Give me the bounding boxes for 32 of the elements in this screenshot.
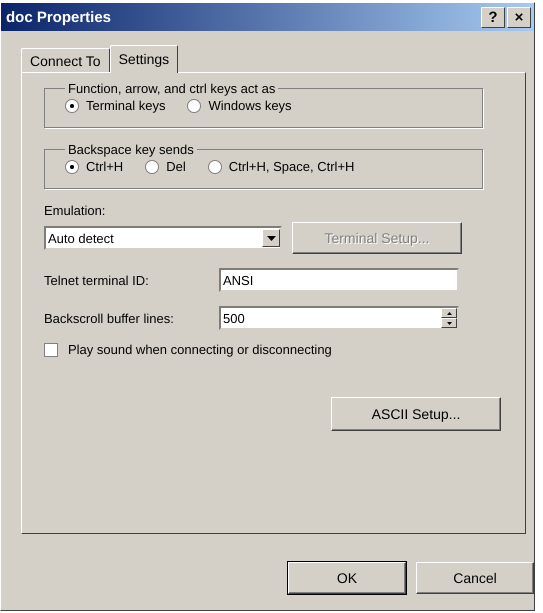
window-title: doc Properties (6, 8, 112, 26)
option-label: Terminal keys (86, 98, 166, 113)
option-label: Ctrl+H, Space, Ctrl+H (228, 159, 354, 174)
option-label: Del (166, 159, 186, 174)
close-button[interactable]: × (507, 6, 531, 28)
spin-up-button[interactable] (441, 308, 457, 318)
tab[interactable]: Connect To (21, 48, 110, 72)
radio-button[interactable] (65, 160, 79, 174)
group-title: Function, arrow, and ctrl keys act as (67, 81, 276, 96)
ascii-setup-button[interactable]: ASCII Setup... (331, 397, 501, 431)
down-arrow-icon (446, 322, 452, 324)
emulation-dropdown[interactable]: Auto detect (44, 226, 282, 250)
radio-button[interactable] (65, 98, 79, 112)
help-button[interactable]: ? (481, 6, 505, 28)
input-field[interactable]: ANSI (219, 268, 459, 292)
radio-button[interactable] (187, 98, 202, 112)
spin-field[interactable]: 500 (219, 306, 459, 330)
field-label: Emulation: (44, 203, 106, 218)
up-arrow-icon (446, 312, 452, 314)
dialog-button[interactable]: Cancel (416, 562, 534, 594)
radio-button[interactable] (208, 160, 222, 174)
dialog-button[interactable]: OK (288, 562, 406, 594)
tab[interactable]: Settings (110, 45, 178, 73)
checkbox[interactable] (44, 342, 58, 356)
radio-button[interactable] (145, 160, 160, 174)
option-label: Windows keys (208, 98, 292, 113)
group-title: Backspace key sends (67, 142, 195, 157)
field-label: Telnet terminal ID: (44, 272, 150, 288)
checkbox-label: Play sound when connecting or disconnecting (68, 342, 332, 357)
option-label: Ctrl+H (86, 159, 124, 174)
field-label: Backscroll buffer lines: (44, 310, 175, 326)
spin-down-button[interactable] (441, 318, 457, 328)
